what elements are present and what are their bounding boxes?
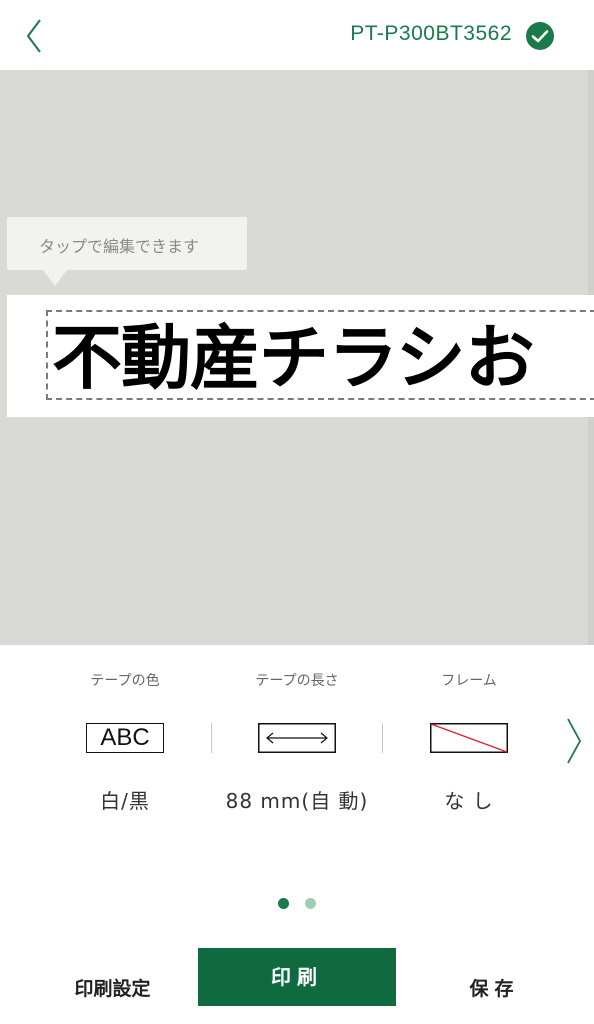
label-tape[interactable]: 不動産チラシお bbox=[7, 295, 594, 417]
device-name[interactable]: PT-P300BT3562 bbox=[350, 22, 512, 46]
print-button[interactable]: 印刷 bbox=[198, 948, 396, 1006]
edit-hint-tooltip: タップで編集できます bbox=[7, 217, 247, 286]
no-frame-icon bbox=[430, 723, 508, 757]
tooltip-arrow bbox=[43, 270, 67, 286]
save-button[interactable]: 保存 bbox=[412, 959, 577, 1019]
print-settings-button[interactable]: 印刷設定 bbox=[30, 959, 195, 1019]
tape-color-value: 白/黒 bbox=[100, 789, 150, 813]
label-text: 不動産チラシお bbox=[52, 317, 535, 399]
chevron-right-icon bbox=[567, 718, 582, 764]
tape-color-icon: ABC bbox=[86, 723, 164, 753]
settings-panel: テープの色 ABC 白/黒 テープの長さ 88 mm(自 動) フレーム な し bbox=[0, 645, 594, 945]
tooltip-text: タップで編集できます bbox=[39, 237, 200, 256]
divider bbox=[382, 723, 383, 753]
tape-length-value: 88 mm(自 動) bbox=[225, 789, 369, 813]
back-button[interactable] bbox=[18, 16, 52, 56]
double-arrow-icon bbox=[258, 723, 336, 757]
page-dot[interactable] bbox=[304, 898, 316, 909]
frame-setting[interactable]: フレーム な し bbox=[384, 645, 554, 825]
page-dot-active[interactable] bbox=[278, 898, 290, 909]
label-canvas[interactable]: タップで編集できます 不動産チラシお bbox=[0, 70, 594, 645]
check-circle-icon bbox=[526, 22, 554, 50]
header-bar: PT-P300BT3562 bbox=[0, 0, 594, 70]
page-indicator bbox=[0, 894, 594, 909]
label-text-box[interactable]: 不動産チラシお bbox=[46, 310, 594, 400]
abc-sample: ABC bbox=[86, 723, 164, 753]
frame-label: フレーム bbox=[441, 673, 497, 689]
tape-color-setting[interactable]: テープの色 ABC 白/黒 bbox=[40, 645, 210, 825]
tape-length-setting[interactable]: テープの長さ 88 mm(自 動) bbox=[212, 645, 382, 825]
chevron-left-icon bbox=[26, 19, 41, 53]
frame-value: な し bbox=[444, 789, 494, 813]
tape-length-label: テープの長さ bbox=[255, 673, 339, 689]
tape-color-label: テープの色 bbox=[90, 673, 160, 689]
bottom-action-bar: 印刷設定 印刷 保存 bbox=[0, 945, 594, 1024]
next-settings-button[interactable] bbox=[564, 716, 586, 766]
